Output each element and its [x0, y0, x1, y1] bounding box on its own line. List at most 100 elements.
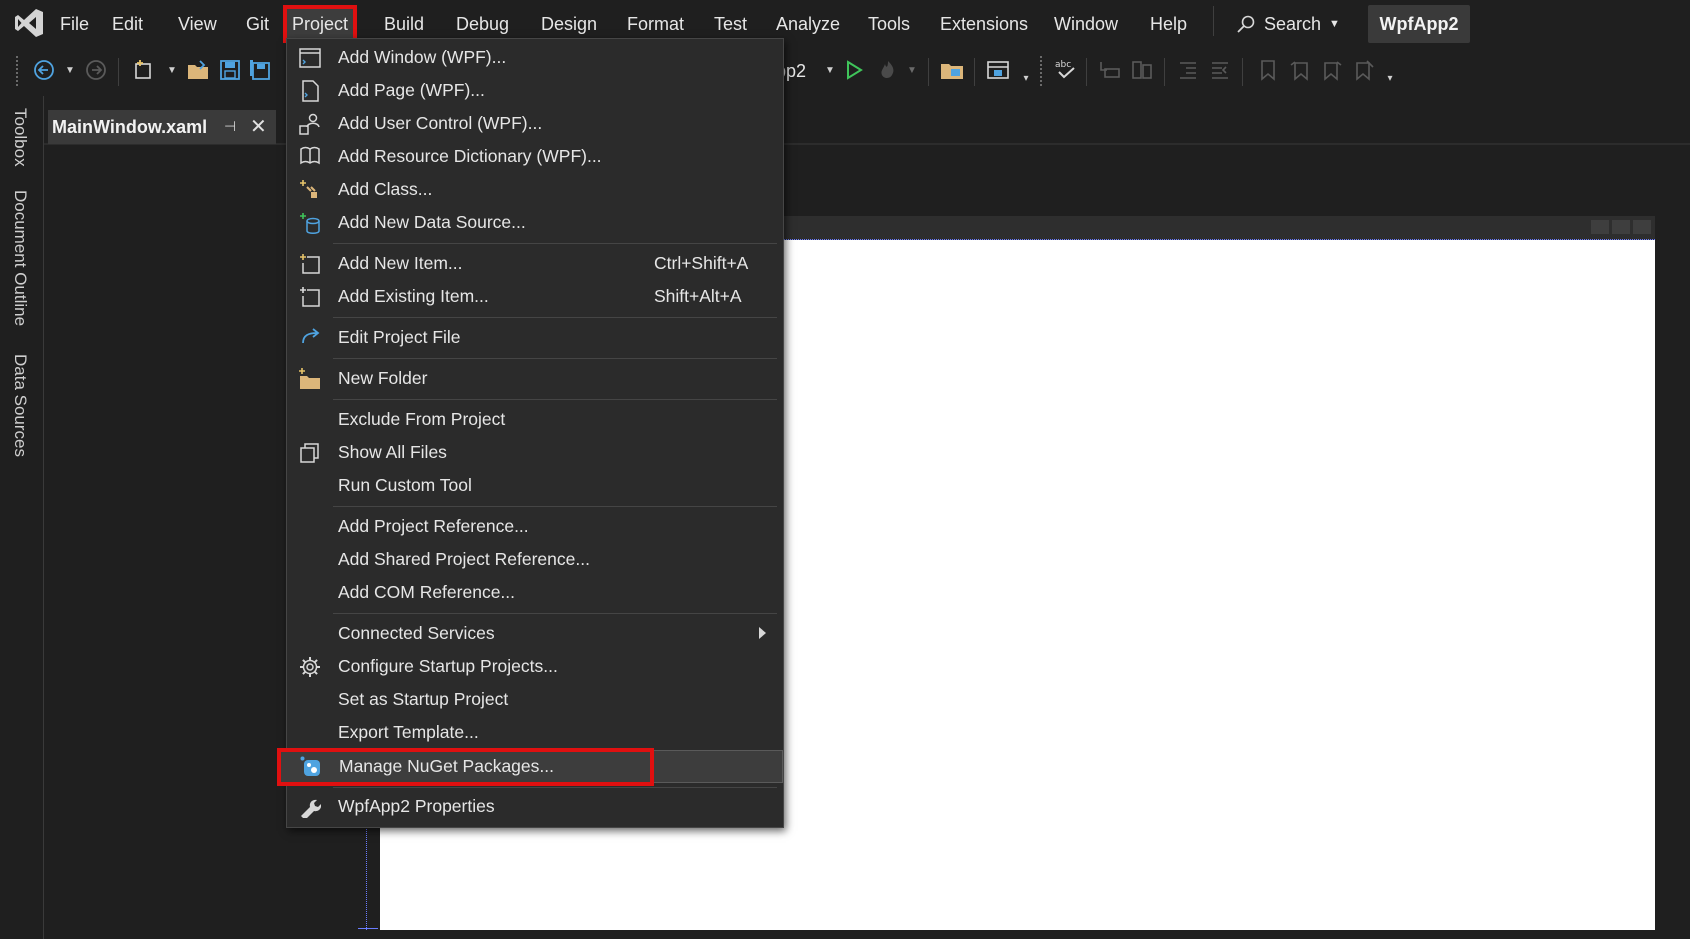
layout-dropdown-icon[interactable]: ▾ [1012, 64, 1040, 92]
back-dropdown-icon[interactable]: ▼ [56, 56, 84, 84]
menu-item-run-custom-tool[interactable]: Run Custom Tool [287, 470, 783, 503]
resource-dictionary-icon [297, 144, 323, 170]
menu-item-label: Exclude From Project [338, 409, 506, 429]
edit-project-icon [297, 325, 323, 351]
menu-item-add-new-data-source[interactable]: Add New Data Source... [287, 207, 783, 240]
maximize-icon [1612, 220, 1630, 234]
toolbox-tab[interactable]: Toolbox [10, 108, 30, 167]
menu-separator [333, 787, 777, 788]
menu-item-project-properties[interactable]: WpfApp2 Properties [287, 791, 783, 824]
toolbar-separator [928, 58, 929, 86]
document-outline-tab[interactable]: Document Outline [10, 190, 30, 326]
menu-item-exclude-from-project[interactable]: Exclude From Project [287, 404, 783, 437]
toolbar-overflow-icon[interactable]: ▾ [1376, 64, 1404, 92]
hot-reload-dropdown-icon[interactable]: ▼ [898, 56, 926, 84]
menu-git[interactable]: Git [240, 8, 275, 40]
navigate-forward-icon[interactable] [82, 56, 110, 84]
menu-item-label: Export Template... [338, 722, 479, 742]
menu-item-edit-project-file[interactable]: Edit Project File [287, 322, 783, 355]
new-project-icon[interactable] [130, 56, 158, 84]
window-icon [297, 45, 323, 71]
data-sources-tab[interactable]: Data Sources [10, 354, 30, 457]
menu-analyze[interactable]: Analyze [770, 8, 846, 40]
close-window-icon [1633, 220, 1651, 234]
save-icon[interactable] [216, 56, 244, 84]
menu-tools[interactable]: Tools [862, 8, 916, 40]
gear-icon [297, 654, 323, 680]
menu-item-label: Add User Control (WPF)... [338, 113, 543, 133]
menu-item-add-new-item[interactable]: Add New Item... Ctrl+Shift+A [287, 248, 783, 281]
uncomment-icon [1128, 56, 1156, 84]
menu-item-add-project-reference[interactable]: Add Project Reference... [287, 511, 783, 544]
existing-item-icon [297, 284, 323, 310]
menu-item-label: Add Page (WPF)... [338, 80, 485, 100]
menu-edit[interactable]: Edit [106, 8, 149, 40]
menu-item-label: Connected Services [338, 623, 495, 643]
menu-separator [1213, 6, 1214, 36]
menu-item-add-resource-dictionary[interactable]: Add Resource Dictionary (WPF)... [287, 141, 783, 174]
search-icon [1237, 15, 1255, 33]
close-icon[interactable]: ✕ [250, 114, 267, 139]
comment-out-icon [1096, 56, 1124, 84]
menu-item-add-window[interactable]: Add Window (WPF)... [287, 42, 783, 75]
new-dropdown-icon[interactable]: ▼ [158, 56, 186, 84]
menu-item-label: Edit Project File [338, 327, 461, 347]
navigate-back-icon[interactable] [30, 56, 58, 84]
chevron-down-icon: ▼ [1329, 18, 1340, 30]
menu-item-manage-nuget-packages[interactable]: Manage NuGet Packages... [277, 750, 783, 783]
visual-studio-logo-icon[interactable] [12, 6, 46, 40]
menu-item-add-shared-project-reference[interactable]: Add Shared Project Reference... [287, 544, 783, 577]
menu-item-label: Set as Startup Project [338, 689, 509, 709]
menu-item-show-all-files[interactable]: Show All Files [287, 437, 783, 470]
submenu-arrow-icon [759, 627, 766, 639]
menu-item-label: Show All Files [338, 442, 447, 462]
menu-file[interactable]: File [54, 8, 95, 40]
toolbar-separator [118, 58, 119, 86]
menu-project[interactable]: Project [282, 5, 358, 43]
indent-icon [1206, 56, 1234, 84]
menu-item-set-as-startup-project[interactable]: Set as Startup Project [287, 684, 783, 717]
menu-item-export-template[interactable]: Export Template... [287, 717, 783, 750]
menu-item-add-existing-item[interactable]: Add Existing Item... Shift+Alt+A [287, 281, 783, 314]
menu-item-connected-services[interactable]: Connected Services [287, 618, 783, 651]
menu-design[interactable]: Design [535, 8, 603, 40]
search-box[interactable]: Search ▼ [1236, 8, 1340, 40]
toolbar-grip-icon [1040, 56, 1044, 86]
open-folder-icon[interactable] [184, 56, 212, 84]
toolbar-separator [1164, 58, 1165, 86]
menu-item-add-class[interactable]: Add Class... [287, 174, 783, 207]
menu-item-configure-startup-projects[interactable]: Configure Startup Projects... [287, 651, 783, 684]
layout-icon[interactable] [984, 56, 1012, 84]
menu-window[interactable]: Window [1048, 8, 1124, 40]
class-icon [297, 177, 323, 203]
menu-debug[interactable]: Debug [450, 8, 515, 40]
menu-item-add-page[interactable]: Add Page (WPF)... [287, 75, 783, 108]
spell-check-icon[interactable]: abc [1052, 56, 1080, 84]
menu-item-add-user-control[interactable]: Add User Control (WPF)... [287, 108, 783, 141]
toolbar-separator [1242, 58, 1243, 86]
menu-item-new-folder[interactable]: New Folder [287, 363, 783, 396]
menu-help[interactable]: Help [1144, 8, 1193, 40]
menu-item-label: Add Resource Dictionary (WPF)... [338, 146, 602, 166]
document-tab-title: MainWindow.xaml [52, 116, 208, 137]
menu-extensions[interactable]: Extensions [934, 8, 1034, 40]
menu-format[interactable]: Format [621, 8, 690, 40]
pin-icon[interactable]: ⊣ [224, 118, 236, 135]
next-bookmark-icon [1318, 56, 1346, 84]
document-tab[interactable]: MainWindow.xaml ⊣ ✕ [48, 110, 276, 144]
menu-item-shortcut: Ctrl+Shift+A [654, 253, 749, 273]
solution-title[interactable]: WpfApp2 [1368, 5, 1470, 43]
new-folder-icon [297, 366, 323, 392]
menu-build[interactable]: Build [378, 8, 430, 40]
toolbar-separator [1086, 58, 1087, 86]
menu-item-label: Add Shared Project Reference... [338, 549, 590, 569]
menu-view[interactable]: View [172, 8, 223, 40]
solution-explorer-folder-icon[interactable] [938, 56, 966, 84]
save-all-icon[interactable] [246, 56, 274, 84]
designer-window-buttons [1591, 220, 1651, 234]
menu-item-label: New Folder [338, 368, 428, 388]
menu-item-add-com-reference[interactable]: Add COM Reference... [287, 577, 783, 610]
start-debugging-icon[interactable] [840, 56, 868, 84]
menu-test[interactable]: Test [708, 8, 753, 40]
toolbar: ▼ ▼ pp2 ▼ ▼ ▾ abc ▾ [0, 48, 1690, 96]
